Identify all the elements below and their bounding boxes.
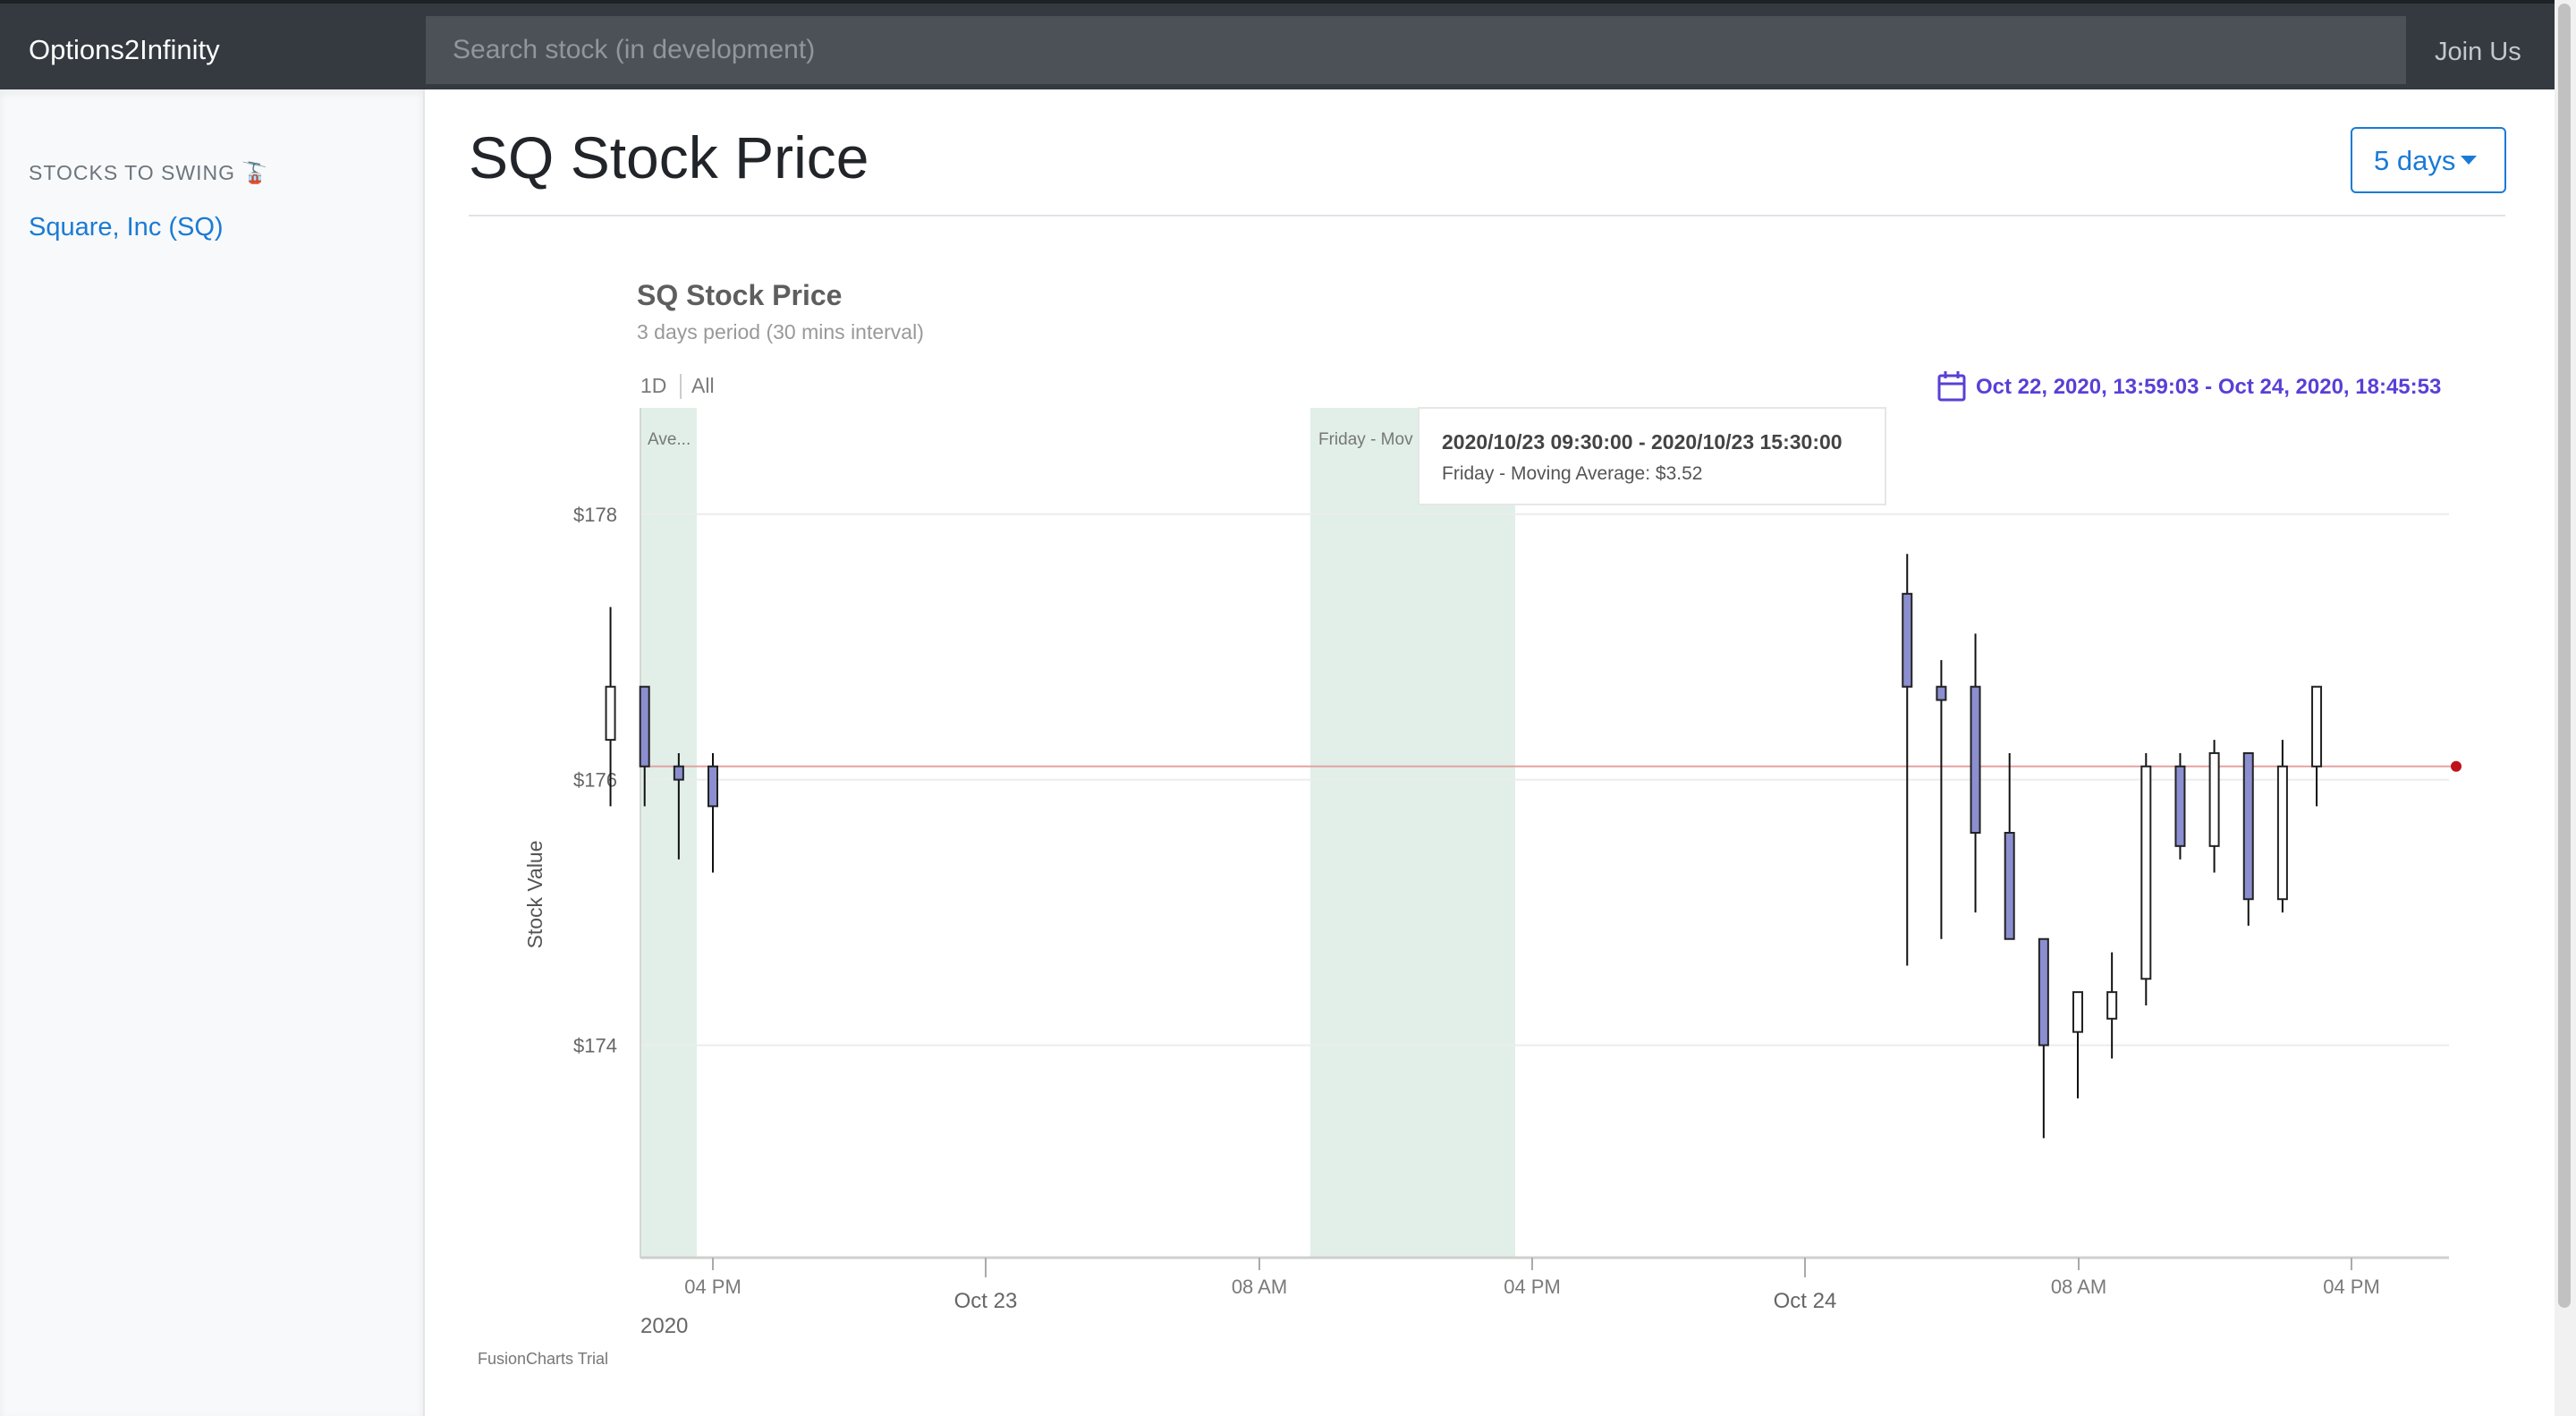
candle-body (2311, 685, 2323, 767)
chart-subtitle: 3 days period (30 mins interval) (637, 320, 924, 343)
candlestick[interactable] (2174, 752, 2186, 860)
candle-body (639, 685, 650, 767)
period-button-1d[interactable]: 1D (640, 374, 666, 397)
x-tick-label: 04 PM (2323, 1276, 2380, 1298)
candle-body (2004, 832, 2015, 940)
tooltip-title: 2020/10/23 09:30:00 - 2020/10/23 15:30:0… (1442, 430, 1843, 454)
plot-area: Ave... Friday - Mov $174$176$178 (573, 408, 2462, 1259)
candlestick[interactable] (2038, 937, 2049, 1139)
candlestick[interactable] (2208, 740, 2220, 873)
candle-body (1902, 592, 1913, 688)
candlestick[interactable] (2311, 685, 2323, 807)
y-tick-label: $178 (573, 504, 617, 526)
candlestick[interactable] (2242, 751, 2254, 926)
reference-marker[interactable] (2451, 760, 2462, 772)
candle-body (2140, 765, 2152, 980)
candlestick[interactable] (708, 752, 718, 873)
candlestick[interactable] (2140, 752, 2152, 1005)
tooltip-body: Friday - Moving Average: $3.52 (1442, 463, 1702, 484)
scrollbar-thumb[interactable] (2558, 4, 2571, 1308)
candle-body (1970, 685, 1981, 834)
x-tick-label: 04 PM (684, 1276, 741, 1298)
candle-body (605, 685, 616, 742)
session-band (640, 408, 697, 1258)
date-range-label[interactable]: Oct 22, 2020, 13:59:03 - Oct 24, 2020, 1… (1976, 375, 2441, 399)
x-tick-label: 08 AM (1232, 1276, 1287, 1298)
candle-body (673, 765, 684, 781)
x-tick-label: 08 AM (2051, 1276, 2106, 1298)
candle-body (2072, 991, 2083, 1033)
candle-body (2038, 937, 2049, 1047)
candlestick[interactable] (2004, 752, 2015, 940)
chart-tooltip: 2020/10/23 09:30:00 - 2020/10/23 15:30:0… (1418, 407, 1886, 505)
fusioncharts-watermark: FusionCharts Trial (478, 1350, 608, 1368)
candle-body (2242, 751, 2254, 901)
x-axis: 04 PM Oct 23 08 AM 04 PM Oct 24 08 AM 04… (640, 1258, 2380, 1338)
year-label: 2020 (640, 1314, 688, 1338)
session-band (1310, 408, 1515, 1258)
y-axis-title: Stock Value (523, 840, 547, 948)
x-tick-label: Oct 24 (1774, 1289, 1837, 1313)
candle-body (708, 765, 718, 808)
stock-chart: SQ Stock Price 3 days period (30 mins in… (478, 279, 2462, 1368)
candle-body (2174, 765, 2186, 847)
candlestick[interactable] (2276, 740, 2288, 913)
candlestick[interactable] (1970, 633, 1981, 913)
x-tick-label: Oct 23 (954, 1289, 1018, 1313)
y-tick-label: $174 (573, 1035, 617, 1057)
calendar-icon[interactable] (1937, 371, 1966, 402)
x-tick-label: 04 PM (1504, 1276, 1561, 1298)
candle-body (2208, 751, 2220, 847)
candlestick[interactable] (2106, 952, 2118, 1059)
period-button-all[interactable]: All (691, 374, 715, 397)
band-label: Ave... (648, 430, 691, 449)
candlestick[interactable] (1936, 660, 1947, 939)
candle-body (1936, 685, 1947, 701)
candle-body (2106, 991, 2118, 1020)
chart-title: SQ Stock Price (637, 279, 842, 311)
candlestick[interactable] (1902, 554, 1913, 966)
band-label: Friday - Mov (1318, 430, 1413, 449)
candle-body (2276, 765, 2288, 901)
